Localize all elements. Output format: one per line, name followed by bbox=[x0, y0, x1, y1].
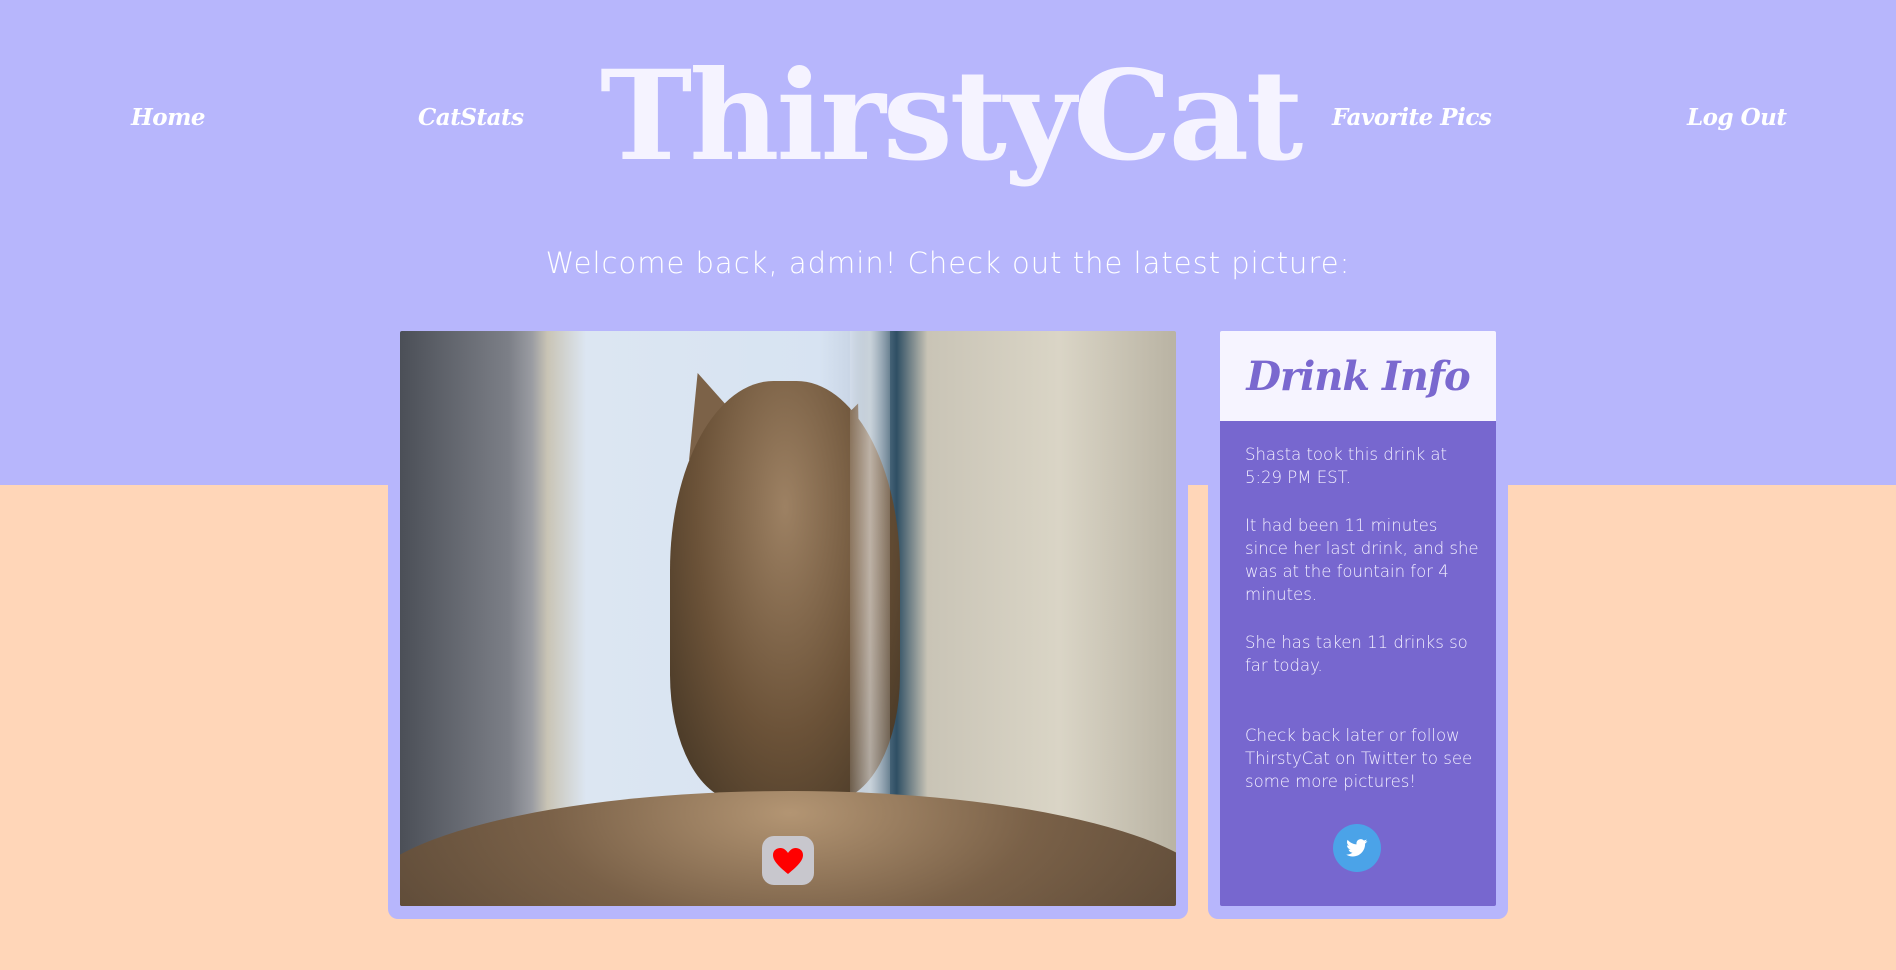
drink-time-text: Shasta took this drink at 5:29 PM EST. bbox=[1245, 445, 1447, 487]
drink-count-text: She has taken 11 drinks so far today. bbox=[1245, 633, 1468, 675]
drink-info-header: Drink Info bbox=[1220, 331, 1496, 421]
welcome-message: Welcome back, admin! Check out the lates… bbox=[545, 246, 1351, 280]
site-title: ThirstyCat bbox=[600, 44, 1303, 189]
twitter-promo-text: Check back later or follow ThirstyCat on… bbox=[1245, 726, 1473, 791]
drink-info-title: Drink Info bbox=[1246, 352, 1470, 400]
drink-interval-text: It had been 11 minutes since her last dr… bbox=[1245, 516, 1479, 604]
nav-favorite-pics-link[interactable]: Favorite Pics bbox=[1332, 104, 1492, 131]
twitter-button[interactable] bbox=[1333, 824, 1381, 872]
nav-home-link[interactable]: Home bbox=[131, 104, 206, 131]
latest-photo-card bbox=[388, 320, 1188, 919]
nav-logout-link[interactable]: Log Out bbox=[1687, 104, 1787, 131]
latest-cat-photo bbox=[400, 331, 1176, 906]
like-button[interactable] bbox=[762, 836, 814, 885]
nav-catstats-link[interactable]: CatStats bbox=[418, 104, 524, 131]
heart-icon bbox=[773, 847, 803, 874]
twitter-icon bbox=[1346, 839, 1368, 857]
